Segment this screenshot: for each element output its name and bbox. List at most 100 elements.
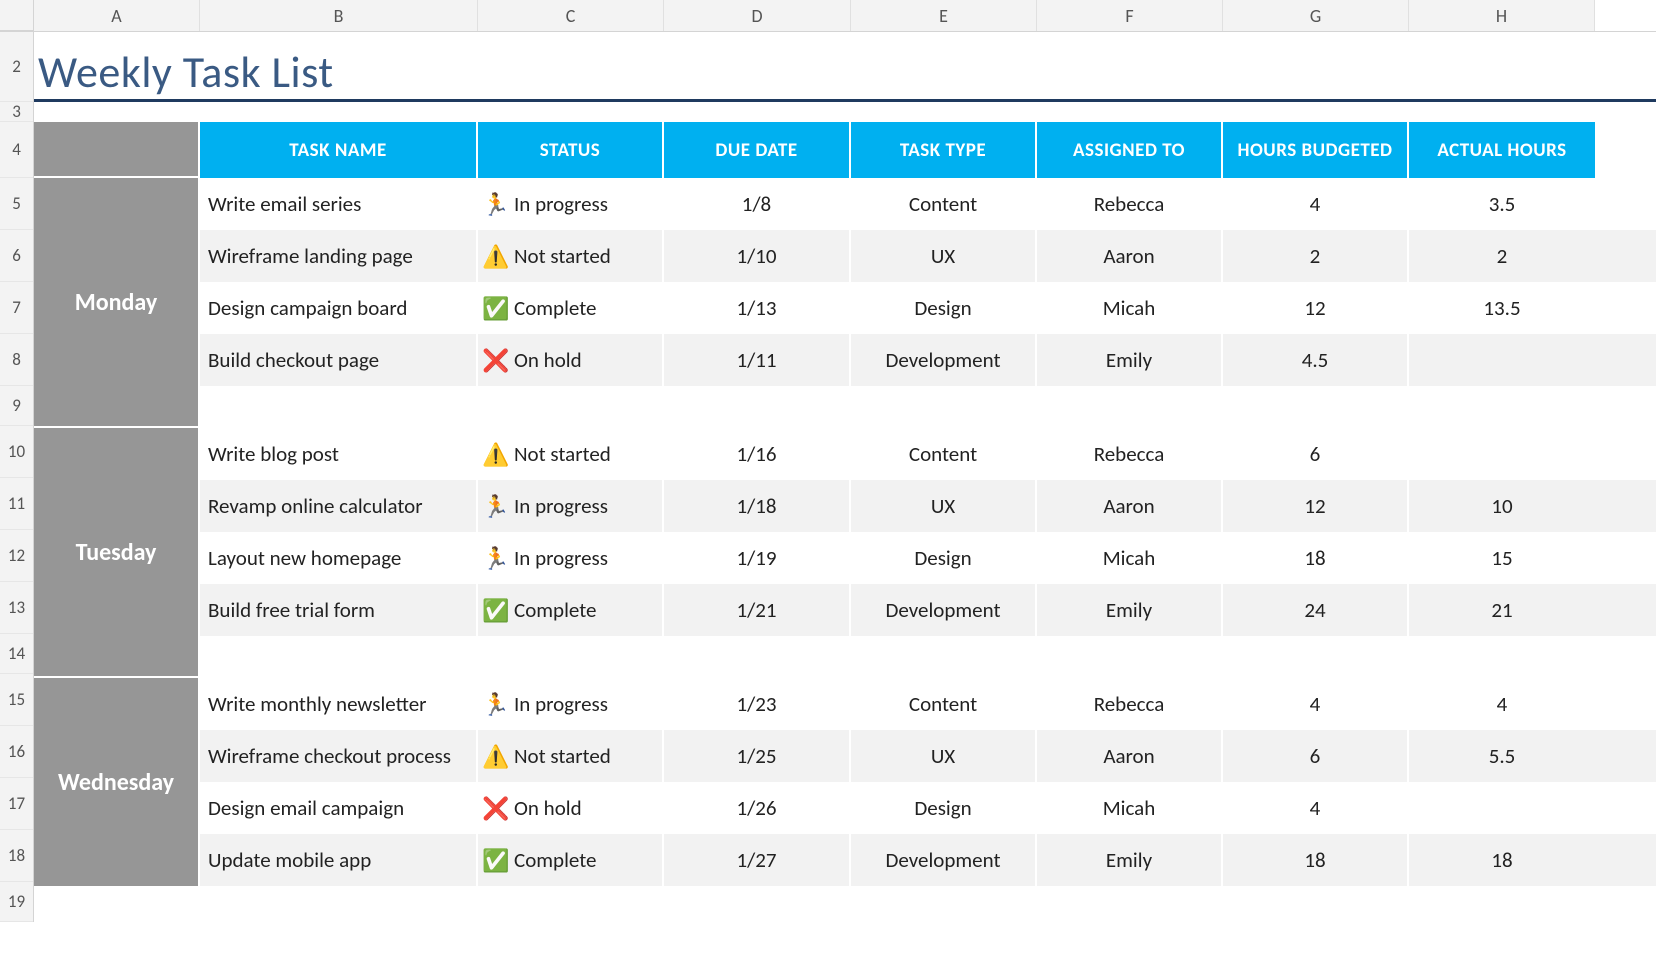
row-header-16[interactable]: 16 xyxy=(0,726,33,778)
cell-due-date[interactable]: 1/23 xyxy=(664,678,851,730)
row-header-7[interactable]: 7 xyxy=(0,282,33,334)
row-header-19[interactable]: 19 xyxy=(0,882,33,922)
table-row[interactable]: Wireframe landing page⚠️Not started1/10U… xyxy=(200,230,1656,282)
row-header-12[interactable]: 12 xyxy=(0,530,33,582)
empty-cell[interactable] xyxy=(1223,386,1409,426)
cell-task-type[interactable]: UX xyxy=(851,730,1037,782)
table-row[interactable]: Build checkout page❌On hold1/11Developme… xyxy=(200,334,1656,386)
cell-task-name[interactable]: Revamp online calculator xyxy=(200,480,478,532)
cell-hours-budgeted[interactable]: 18 xyxy=(1223,532,1409,584)
empty-cell[interactable] xyxy=(851,636,1037,676)
cell-task-name[interactable]: Build checkout page xyxy=(200,334,478,386)
row-header-15[interactable]: 15 xyxy=(0,674,33,726)
col-header-C[interactable]: C xyxy=(478,0,664,31)
col-header-F[interactable]: F xyxy=(1037,0,1223,31)
cell-actual-hours[interactable] xyxy=(1409,782,1595,834)
table-row[interactable]: Build free trial form✅Complete1/21Develo… xyxy=(200,584,1656,636)
cell-due-date[interactable]: 1/26 xyxy=(664,782,851,834)
cell-assigned-to[interactable]: Micah xyxy=(1037,532,1223,584)
cell-due-date[interactable]: 1/11 xyxy=(664,334,851,386)
row-header-9[interactable]: 9 xyxy=(0,386,33,426)
cell-actual-hours[interactable] xyxy=(1409,428,1595,480)
cell-assigned-to[interactable]: Rebecca xyxy=(1037,678,1223,730)
empty-cell[interactable] xyxy=(1037,636,1223,676)
col-header-G[interactable]: G xyxy=(1223,0,1409,31)
cell-actual-hours[interactable]: 3.5 xyxy=(1409,178,1595,230)
table-row[interactable]: Design email campaign❌On hold1/26DesignM… xyxy=(200,782,1656,834)
empty-cell[interactable] xyxy=(664,386,851,426)
empty-cell[interactable] xyxy=(851,386,1037,426)
cell-task-name[interactable]: Design campaign board xyxy=(200,282,478,334)
cell-task-name[interactable]: Update mobile app xyxy=(200,834,478,886)
row-header-10[interactable]: 10 xyxy=(0,426,33,478)
table-row[interactable]: Write email series🏃In progress1/8Content… xyxy=(200,178,1656,230)
row-header-6[interactable]: 6 xyxy=(0,230,33,282)
cell-hours-budgeted[interactable]: 18 xyxy=(1223,834,1409,886)
cell-assigned-to[interactable]: Rebecca xyxy=(1037,428,1223,480)
cell-task-type[interactable]: UX xyxy=(851,230,1037,282)
table-row[interactable]: Design campaign board✅Complete1/13Design… xyxy=(200,282,1656,334)
cell-task-type[interactable]: Design xyxy=(851,532,1037,584)
cell-task-type[interactable]: Development xyxy=(851,334,1037,386)
cell-actual-hours[interactable]: 21 xyxy=(1409,584,1595,636)
cell-hours-budgeted[interactable]: 24 xyxy=(1223,584,1409,636)
cell-assigned-to[interactable]: Emily xyxy=(1037,584,1223,636)
col-header-A[interactable]: A xyxy=(34,0,200,31)
cell-due-date[interactable]: 1/27 xyxy=(664,834,851,886)
table-row[interactable]: Write blog post⚠️Not started1/16ContentR… xyxy=(200,428,1656,480)
select-all-corner[interactable] xyxy=(0,0,34,31)
cell-actual-hours[interactable]: 5.5 xyxy=(1409,730,1595,782)
empty-cell[interactable] xyxy=(200,636,478,676)
cell-status[interactable]: 🏃In progress xyxy=(478,532,664,584)
col-header-E[interactable]: E xyxy=(851,0,1037,31)
col-header-D[interactable]: D xyxy=(664,0,851,31)
cell-task-name[interactable]: Layout new homepage xyxy=(200,532,478,584)
cell-status[interactable]: ✅Complete xyxy=(478,282,664,334)
cell-hours-budgeted[interactable]: 12 xyxy=(1223,282,1409,334)
row-header-14[interactable]: 14 xyxy=(0,634,33,674)
cell-due-date[interactable]: 1/8 xyxy=(664,178,851,230)
cell-status[interactable]: ❌On hold xyxy=(478,334,664,386)
cell-status[interactable]: 🏃In progress xyxy=(478,178,664,230)
cell-due-date[interactable]: 1/13 xyxy=(664,282,851,334)
empty-cell[interactable] xyxy=(1037,386,1223,426)
empty-cell[interactable] xyxy=(1409,636,1595,676)
cell-task-type[interactable]: Content xyxy=(851,178,1037,230)
row-header-5[interactable]: 5 xyxy=(0,178,33,230)
cell-hours-budgeted[interactable]: 12 xyxy=(1223,480,1409,532)
cell-assigned-to[interactable]: Aaron xyxy=(1037,480,1223,532)
cell-task-name[interactable]: Design email campaign xyxy=(200,782,478,834)
cell-task-name[interactable]: Write monthly newsletter xyxy=(200,678,478,730)
row-header-18[interactable]: 18 xyxy=(0,830,33,882)
cell-hours-budgeted[interactable]: 2 xyxy=(1223,230,1409,282)
cell-hours-budgeted[interactable]: 4 xyxy=(1223,782,1409,834)
cell-assigned-to[interactable]: Micah xyxy=(1037,282,1223,334)
cell-assigned-to[interactable]: Emily xyxy=(1037,834,1223,886)
sheet-content[interactable]: Weekly Task List TASK NAME STATUS DUE DA… xyxy=(34,32,1656,922)
table-row[interactable]: Write monthly newsletter🏃In progress1/23… xyxy=(200,678,1656,730)
cell-due-date[interactable]: 1/18 xyxy=(664,480,851,532)
empty-cell[interactable] xyxy=(1223,636,1409,676)
cell-actual-hours[interactable]: 13.5 xyxy=(1409,282,1595,334)
cell-assigned-to[interactable]: Rebecca xyxy=(1037,178,1223,230)
empty-cell[interactable] xyxy=(200,386,478,426)
empty-cell[interactable] xyxy=(478,386,664,426)
cell-task-name[interactable]: Wireframe landing page xyxy=(200,230,478,282)
cell-actual-hours[interactable]: 4 xyxy=(1409,678,1595,730)
cell-task-name[interactable]: Write blog post xyxy=(200,428,478,480)
cell-task-type[interactable]: Content xyxy=(851,678,1037,730)
empty-cell[interactable] xyxy=(478,636,664,676)
cell-status[interactable]: 🏃In progress xyxy=(478,480,664,532)
row-header-11[interactable]: 11 xyxy=(0,478,33,530)
cell-task-type[interactable]: Development xyxy=(851,584,1037,636)
cell-status[interactable]: 🏃In progress xyxy=(478,678,664,730)
cell-assigned-to[interactable]: Emily xyxy=(1037,334,1223,386)
table-row[interactable]: Layout new homepage🏃In progress1/19Desig… xyxy=(200,532,1656,584)
empty-row[interactable] xyxy=(200,386,1656,426)
cell-assigned-to[interactable]: Aaron xyxy=(1037,230,1223,282)
cell-due-date[interactable]: 1/25 xyxy=(664,730,851,782)
cell-due-date[interactable]: 1/16 xyxy=(664,428,851,480)
cell-due-date[interactable]: 1/21 xyxy=(664,584,851,636)
cell-task-type[interactable]: Design xyxy=(851,282,1037,334)
cell-assigned-to[interactable]: Aaron xyxy=(1037,730,1223,782)
